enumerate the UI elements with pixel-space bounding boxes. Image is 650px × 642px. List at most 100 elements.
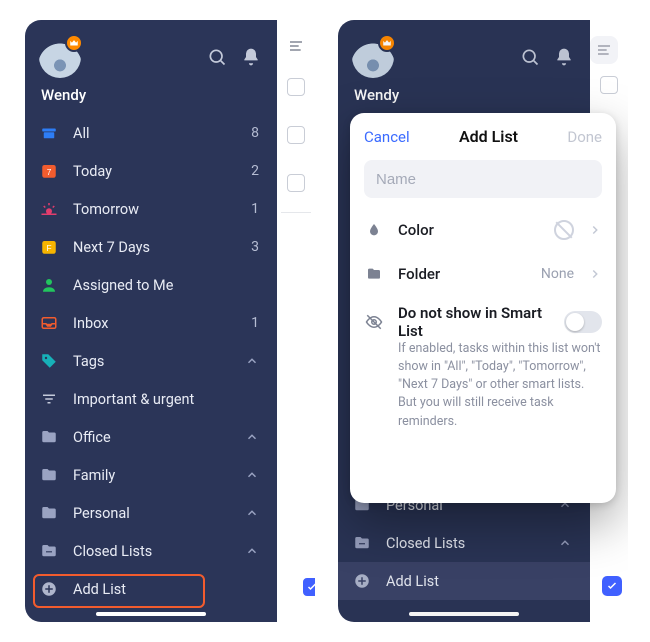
done-button[interactable]: Done xyxy=(567,128,602,146)
task-checkbox-checked[interactable] xyxy=(303,578,315,596)
folder-icon xyxy=(39,503,59,523)
task-checkbox[interactable] xyxy=(600,76,618,94)
menu-icon[interactable] xyxy=(590,36,618,64)
bell-icon[interactable] xyxy=(552,45,576,69)
user-name: Wendy xyxy=(338,80,590,114)
task-checkbox[interactable] xyxy=(287,78,305,96)
sidebar-item-tags[interactable]: Tags xyxy=(25,342,277,380)
sidebar-item-personal[interactable]: Personal xyxy=(25,494,277,532)
sidebar-item-add-list[interactable]: Add List xyxy=(25,570,277,608)
sidebar-item-label: Family xyxy=(73,467,231,484)
drop-icon xyxy=(364,220,384,240)
sidebar-item-add-list[interactable]: Add List xyxy=(338,562,590,600)
chevron-up-icon xyxy=(245,506,259,520)
sidebar-item-label: Add List xyxy=(73,581,259,598)
plus-circle-icon xyxy=(39,579,59,599)
sidebar-item-count: 1 xyxy=(251,315,259,331)
sidebar-item-label: Closed Lists xyxy=(386,535,544,552)
menu-icon[interactable] xyxy=(285,38,307,54)
home-indicator xyxy=(96,612,206,616)
chevron-up-icon xyxy=(245,468,259,482)
folder-closed-icon xyxy=(39,541,59,561)
sidebar-item-important[interactable]: Important & urgent xyxy=(25,380,277,418)
hide-row: Do not show in Smart List xyxy=(364,304,602,340)
task-checkbox[interactable] xyxy=(287,126,305,144)
folder-icon xyxy=(364,264,384,284)
sidebar-item-label: Inbox xyxy=(73,315,237,332)
person-icon xyxy=(39,275,59,295)
sidebar-item-today[interactable]: 7 Today 2 xyxy=(25,152,277,190)
avatar[interactable] xyxy=(39,36,81,78)
sidebar-item-closed[interactable]: Closed Lists xyxy=(338,524,590,562)
sidebar-item-label: Add List xyxy=(386,573,572,590)
cancel-button[interactable]: Cancel xyxy=(364,128,410,146)
task-checkbox-checked[interactable] xyxy=(602,576,622,596)
modal-header: Cancel Add List Done xyxy=(364,127,602,146)
modal-title: Add List xyxy=(459,127,518,146)
folder-closed-icon xyxy=(352,533,372,553)
content-strip xyxy=(277,20,315,622)
sidebar-header xyxy=(25,32,277,80)
row-value: None xyxy=(541,266,574,282)
chevron-up-icon xyxy=(245,430,259,444)
user-name[interactable]: Wendy xyxy=(25,80,277,114)
task-checkbox[interactable] xyxy=(287,174,305,192)
bell-icon[interactable] xyxy=(239,45,263,69)
filter-icon xyxy=(39,389,59,409)
svg-text:7: 7 xyxy=(47,168,52,177)
hide-toggle[interactable] xyxy=(564,311,602,333)
sidebar-item-label: All xyxy=(73,125,237,142)
folder-icon xyxy=(39,427,59,447)
sidebar-item-count: 2 xyxy=(251,163,259,179)
search-icon[interactable] xyxy=(518,45,542,69)
plus-circle-icon xyxy=(352,571,372,591)
sidebar-item-count: 3 xyxy=(251,239,259,255)
sidebar-item-count: 8 xyxy=(251,125,259,141)
sidebar-item-assigned[interactable]: Assigned to Me xyxy=(25,266,277,304)
sidebar-item-inbox[interactable]: Inbox 1 xyxy=(25,304,277,342)
folder-icon xyxy=(39,465,59,485)
sidebar-item-closed[interactable]: Closed Lists xyxy=(25,532,277,570)
chevron-right-icon xyxy=(588,267,602,281)
no-color-icon xyxy=(554,220,574,240)
row-label: Do not show in Smart List xyxy=(398,304,550,340)
home-indicator xyxy=(409,612,519,616)
chevron-up-icon xyxy=(245,544,259,558)
calendar-week-icon: F xyxy=(39,237,59,257)
chevron-up-icon xyxy=(245,354,259,368)
avatar[interactable] xyxy=(352,36,394,78)
folder-row[interactable]: Folder None xyxy=(364,252,602,296)
crown-badge-icon xyxy=(65,34,83,52)
sidebar-item-label: Personal xyxy=(73,505,231,522)
sidebar-item-label: Tags xyxy=(73,353,231,370)
sidebar-item-label: Tomorrow xyxy=(73,201,237,218)
right-screenshot: Wendy Personal Closed Lists Add List xyxy=(338,20,628,622)
sidebar-menu-short: Personal Closed Lists Add List xyxy=(338,486,590,600)
sidebar-item-label: Closed Lists xyxy=(73,543,231,560)
sidebar-item-all[interactable]: All 8 xyxy=(25,114,277,152)
row-label: Color xyxy=(398,221,540,239)
sidebar-item-next7[interactable]: F Next 7 Days 3 xyxy=(25,228,277,266)
sidebar-item-label: Next 7 Days xyxy=(73,239,237,256)
sidebar-item-label: Important & urgent xyxy=(73,391,259,408)
hide-description: If enabled, tasks within this list won't… xyxy=(364,340,602,431)
list-name-input[interactable] xyxy=(364,160,602,198)
chevron-right-icon xyxy=(588,223,602,237)
tag-icon xyxy=(39,351,59,371)
sidebar-item-tomorrow[interactable]: Tomorrow 1 xyxy=(25,190,277,228)
add-list-modal: Cancel Add List Done Color Folder None D… xyxy=(350,113,616,503)
sidebar-item-family[interactable]: Family xyxy=(25,456,277,494)
sidebar-header xyxy=(338,32,590,80)
sidebar-item-count: 1 xyxy=(251,201,259,217)
crown-badge-icon xyxy=(378,34,396,52)
search-icon[interactable] xyxy=(205,45,229,69)
calendar-today-icon: 7 xyxy=(39,161,59,181)
eye-off-icon xyxy=(364,312,384,332)
sunrise-icon xyxy=(39,199,59,219)
sidebar-item-label: Today xyxy=(73,163,237,180)
color-row[interactable]: Color xyxy=(364,208,602,252)
sidebar: Wendy All 8 7 Today 2 Tomorrow 1 F Next … xyxy=(25,20,277,622)
chevron-up-icon xyxy=(558,536,572,550)
sidebar-item-office[interactable]: Office xyxy=(25,418,277,456)
sidebar-menu: All 8 7 Today 2 Tomorrow 1 F Next 7 Days… xyxy=(25,114,277,608)
